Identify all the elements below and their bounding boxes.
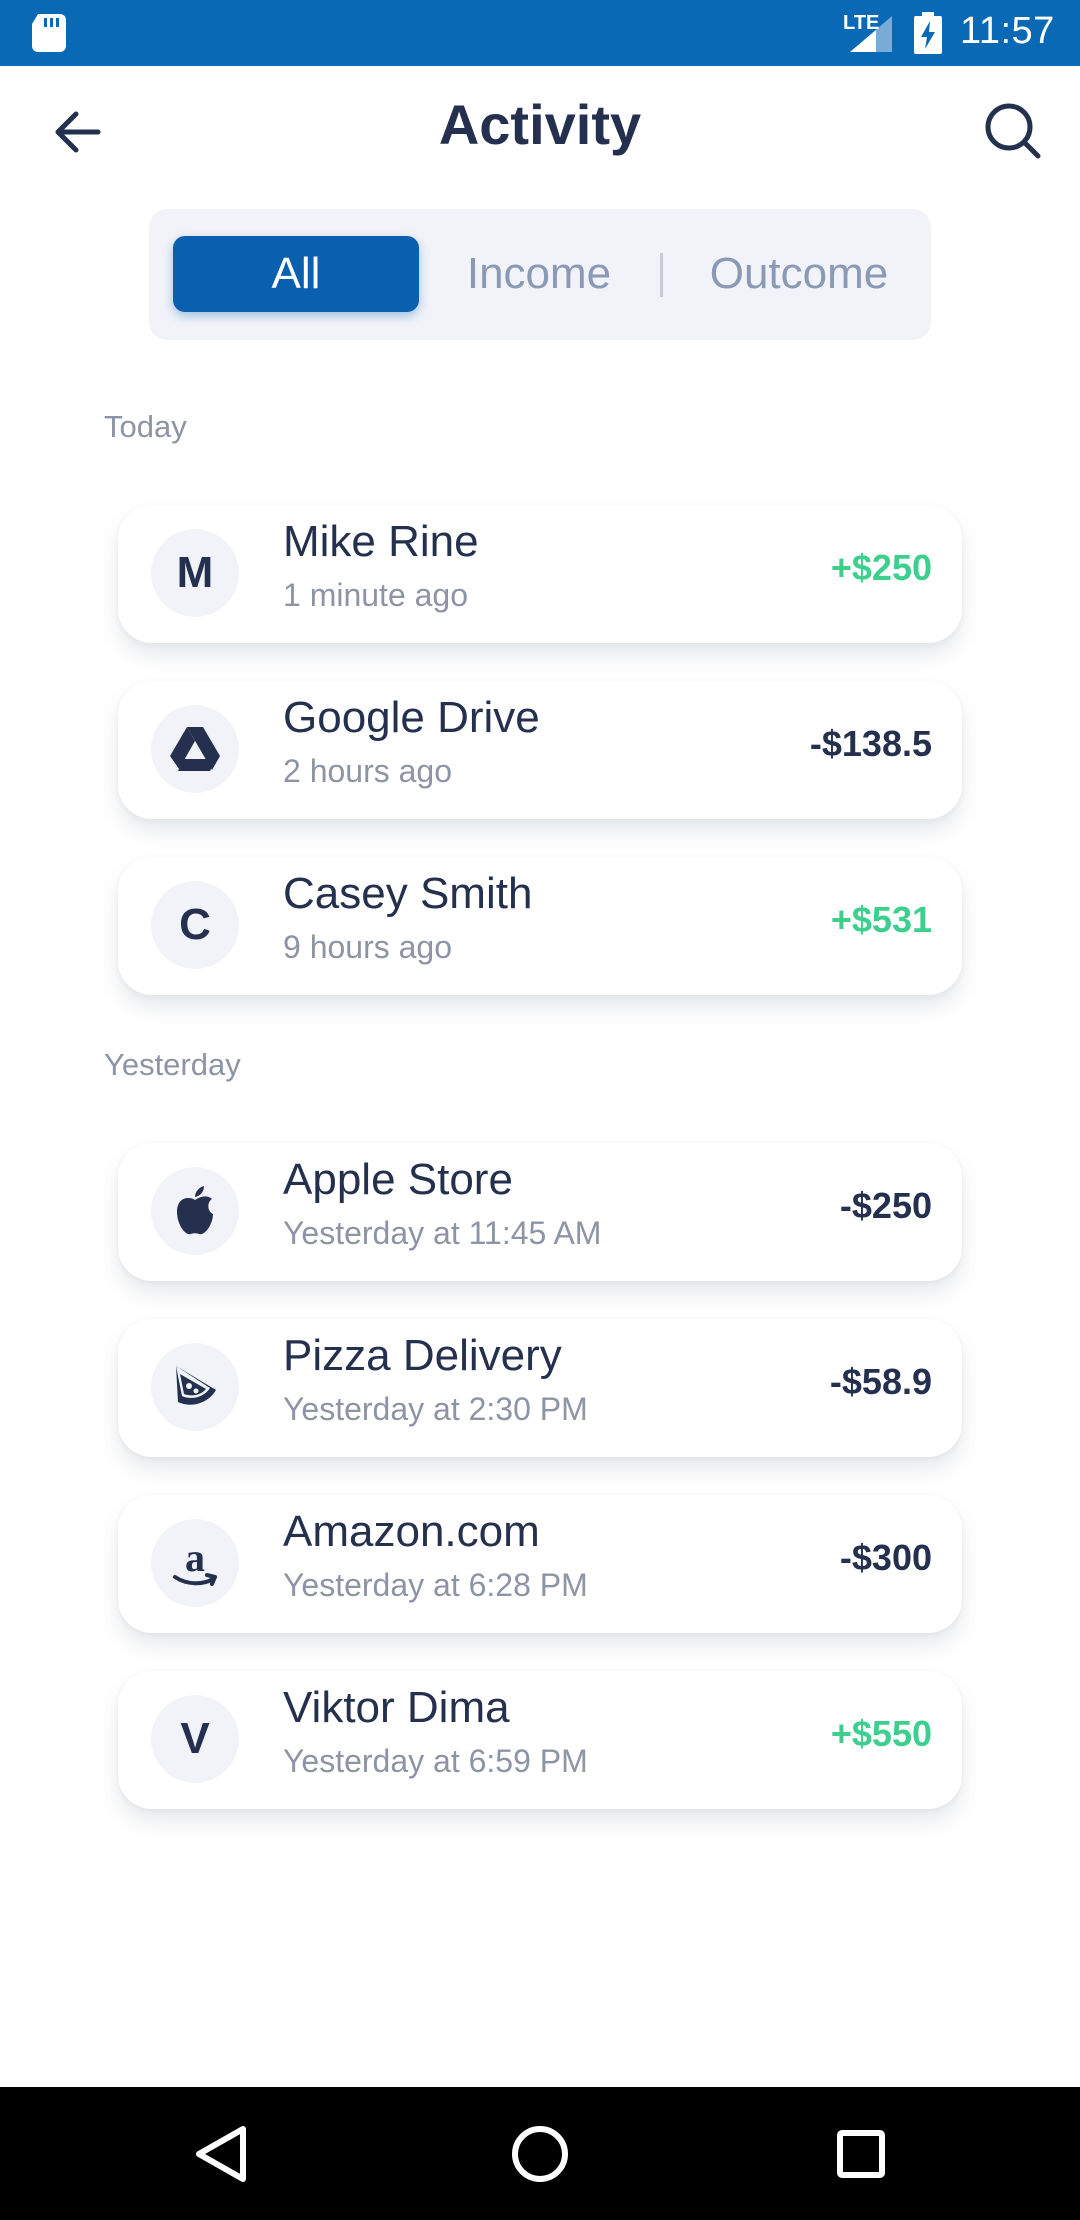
transaction-row[interactable]: M Mike Rine 1 minute ago +$250 [118,505,962,643]
avatar: M [151,529,239,617]
transaction-name: Viktor Dima [283,1683,510,1732]
transaction-amount: +$531 [830,899,932,940]
triangle-back-icon [196,2126,246,2182]
transaction-name: Amazon.com [283,1507,540,1556]
transaction-name: Mike Rine [283,517,479,566]
tab-outcome[interactable]: Outcome [679,236,919,312]
transaction-amount: -$300 [839,1537,932,1578]
transaction-time: 9 hours ago [283,929,453,965]
transaction-amount: +$550 [830,1713,932,1754]
tab-divider [660,253,663,297]
apple-icon [177,1186,213,1235]
tab-all[interactable]: All [173,236,419,312]
nav-recents-button[interactable] [824,2117,898,2191]
navigation-bar [0,2087,1080,2220]
transaction-row[interactable]: C Casey Smith 9 hours ago +$531 [118,857,962,995]
google-drive-icon [170,727,220,771]
transaction-name: Pizza Delivery [283,1331,562,1380]
transaction-amount: -$58.9 [829,1361,932,1402]
transaction-row[interactable]: Google Drive 2 hours ago -$138.5 [118,681,962,819]
transaction-name: Apple Store [283,1155,513,1204]
signal-icon [850,16,892,52]
transaction-time: 1 minute ago [283,577,469,613]
transaction-row[interactable]: a Amazon.com Yesterday at 6:28 PM -$300 [118,1495,962,1633]
amazon-icon: a [173,1535,217,1586]
pizza-icon [176,1366,216,1405]
transaction-time: Yesterday at 6:59 PM [283,1743,588,1779]
avatar: C [151,881,239,969]
avatar [151,1343,239,1431]
circle-home-icon [512,2126,568,2182]
nav-home-button[interactable] [503,2117,577,2191]
transaction-amount: -$250 [839,1185,932,1226]
battery-charging-icon [914,12,942,54]
avatar [151,705,239,793]
section-heading-yesterday: Yesterday [104,1047,241,1082]
section-heading-today: Today [104,409,187,444]
svg-text:a: a [185,1535,205,1580]
nav-back-button[interactable] [184,2117,258,2191]
avatar: V [151,1695,239,1783]
transaction-amount: +$250 [830,547,932,588]
transaction-time: Yesterday at 2:30 PM [283,1391,588,1427]
search-button[interactable] [980,98,1046,164]
avatar: a [151,1519,239,1607]
transaction-row[interactable]: V Viktor Dima Yesterday at 6:59 PM +$550 [118,1671,962,1809]
transaction-row[interactable]: Apple Store Yesterday at 11:45 AM -$250 [118,1143,962,1281]
transaction-name: Casey Smith [283,869,533,918]
status-bar: LTE 11:57 [0,0,1080,66]
square-recents-icon [837,2130,885,2178]
search-icon [985,103,1041,159]
transaction-row[interactable]: Pizza Delivery Yesterday at 2:30 PM -$58… [118,1319,962,1457]
sd-card-icon [32,14,66,52]
tab-income[interactable]: Income [449,236,629,312]
transaction-time: Yesterday at 6:28 PM [283,1567,588,1603]
transaction-name: Google Drive [283,693,540,742]
transaction-time: 2 hours ago [283,753,453,789]
filter-tabs: All Income Outcome [149,209,931,340]
clock: 11:57 [960,10,1055,52]
avatar [151,1167,239,1255]
transaction-time: Yesterday at 11:45 AM [283,1215,602,1251]
transaction-amount: -$138.5 [809,723,932,764]
page-title: Activity [438,93,642,156]
